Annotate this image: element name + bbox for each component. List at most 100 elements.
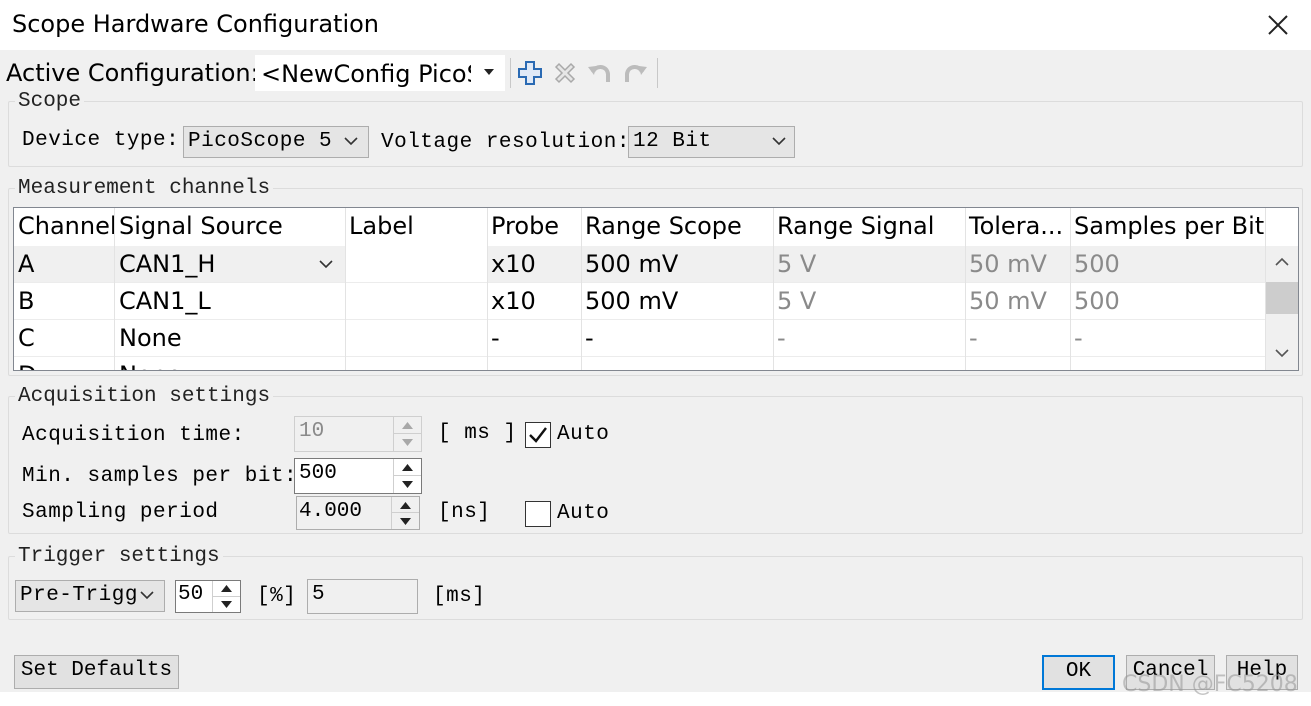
signal-source-cell[interactable]: CAN1_L — [115, 283, 345, 319]
acquisition-time-value: 10 — [299, 420, 325, 443]
active-configuration-dropdown[interactable]: <NewConfig PicoS — [255, 55, 505, 91]
delete-icon — [554, 62, 576, 84]
sampling-period-label: Sampling period — [22, 501, 219, 524]
toolbar-separator — [657, 58, 658, 88]
spin-up-button[interactable] — [394, 417, 421, 434]
sampling-period-auto-checkbox[interactable] — [525, 501, 551, 527]
spin-down-icon — [221, 600, 232, 608]
sampling-period-value: 4.000 — [299, 500, 363, 523]
scroll-up-button[interactable] — [1266, 248, 1298, 278]
channel-cell: D — [14, 357, 114, 370]
toolbar-separator — [510, 58, 511, 88]
samples-per-bit-cell: 500 — [1074, 287, 1120, 315]
acquisition-time-label: Acquisition time: — [22, 424, 245, 447]
voltage-resolution-dropdown[interactable]: 12 Bit — [628, 126, 795, 158]
voltage-resolution-label: Voltage resolution: — [381, 131, 630, 154]
table-row[interactable]: D None — [14, 357, 1266, 370]
column-divider — [487, 208, 488, 370]
column-header[interactable]: Probe — [487, 208, 581, 244]
redo-icon — [625, 65, 647, 82]
sampling-period-spinner[interactable]: 4.000 — [296, 496, 420, 530]
column-divider — [114, 208, 115, 370]
column-header[interactable]: Range Scope — [581, 208, 773, 244]
undo-button[interactable] — [585, 58, 615, 88]
signal-source-cell[interactable]: None — [115, 320, 345, 356]
tolerance-cell: 50 mV — [969, 250, 1047, 278]
spin-down-button[interactable] — [394, 434, 421, 451]
add-config-button[interactable] — [515, 58, 545, 88]
probe-cell[interactable]: x10 — [487, 246, 581, 282]
spin-down-icon — [400, 518, 411, 525]
table-row[interactable]: B CAN1_L x10 500 mV 5 V 50 mV 500 — [14, 283, 1266, 320]
chevron-down-icon — [140, 591, 154, 600]
column-header[interactable]: Range Signal — [773, 208, 965, 244]
trigger-percent-spinner[interactable]: 50 — [175, 580, 241, 613]
chevron-down-icon[interactable] — [319, 260, 333, 269]
spin-up-icon — [402, 422, 413, 429]
spin-down-button[interactable] — [392, 513, 419, 529]
table-row[interactable]: A CAN1_H x10 500 mV 5 V 50 mV 500 — [14, 246, 1266, 283]
channels-table: Channel Signal Source Label Probe Range … — [13, 207, 1299, 371]
spin-up-button[interactable] — [394, 459, 421, 476]
min-samples-label: Min. samples per bit: — [22, 465, 298, 488]
range-scope-cell[interactable]: 500 mV — [581, 283, 773, 319]
column-divider — [773, 208, 774, 370]
scroll-thumb[interactable] — [1266, 282, 1298, 314]
trigger-ms-value: 5 — [312, 583, 325, 606]
spin-up-button[interactable] — [213, 581, 240, 597]
column-header[interactable]: Samples per Bit — [1070, 208, 1266, 244]
active-configuration-label: Active Configuration: — [6, 59, 259, 87]
signal-source-cell[interactable]: None — [115, 357, 345, 370]
acquisition-time-auto-label: Auto — [557, 423, 610, 446]
spin-up-button[interactable] — [392, 497, 419, 513]
spin-down-icon — [402, 439, 413, 446]
column-header[interactable]: Channel — [14, 208, 114, 244]
dropdown-arrow-icon — [484, 69, 494, 75]
device-type-label: Device type: — [22, 129, 180, 152]
column-header[interactable]: Signal Source — [115, 208, 345, 244]
table-row[interactable]: C None - - - - - — [14, 320, 1266, 357]
acquisition-time-spinner[interactable]: 10 — [294, 416, 422, 452]
ok-button[interactable]: OK — [1042, 655, 1115, 690]
column-header[interactable]: Tolera... — [965, 208, 1069, 244]
spin-up-icon — [221, 585, 232, 592]
acquisition-time-unit: [ ms ] — [438, 422, 517, 445]
probe-cell[interactable]: - — [487, 320, 581, 356]
ok-label: OK — [1065, 660, 1092, 683]
scroll-down-button[interactable] — [1266, 340, 1298, 370]
chevron-up-icon — [1275, 257, 1289, 266]
trigger-mode-dropdown[interactable]: Pre-Trigg — [15, 580, 165, 612]
window-title: Scope Hardware Configuration — [12, 10, 380, 38]
spin-down-button[interactable] — [213, 597, 240, 613]
redo-button[interactable] — [620, 58, 650, 88]
range-scope-cell[interactable]: - — [581, 320, 773, 356]
close-button[interactable] — [1258, 6, 1298, 44]
acquisition-time-auto-checkbox[interactable] — [525, 422, 551, 448]
set-defaults-label: Set Defaults — [20, 659, 173, 682]
table-vertical-scrollbar[interactable] — [1266, 208, 1298, 370]
chevron-down-icon — [772, 137, 786, 146]
trigger-percent-unit: [%] — [257, 585, 297, 608]
device-type-dropdown[interactable]: PicoScope 5 — [183, 126, 369, 158]
label-cell[interactable] — [345, 246, 487, 282]
spin-up-icon — [400, 502, 411, 509]
trigger-ms-field[interactable]: 5 — [307, 579, 418, 614]
range-signal-cell: 5 V — [777, 250, 817, 278]
delete-config-button[interactable] — [550, 58, 580, 88]
spin-up-icon — [402, 464, 413, 471]
column-divider — [345, 208, 346, 370]
spin-down-button[interactable] — [394, 476, 421, 493]
set-defaults-button[interactable]: Set Defaults — [14, 655, 179, 689]
range-scope-cell[interactable]: 500 mV — [581, 246, 773, 282]
signal-source-cell[interactable]: CAN1_H — [115, 246, 345, 282]
column-divider — [965, 208, 966, 370]
column-header[interactable]: Label — [345, 208, 487, 244]
spin-down-icon — [402, 481, 413, 488]
min-samples-spinner[interactable]: 500 — [294, 458, 422, 494]
probe-cell[interactable]: x10 — [487, 283, 581, 319]
spinner-buttons — [393, 417, 421, 451]
trigger-percent-value: 50 — [178, 583, 204, 606]
add-icon — [518, 61, 542, 85]
samples-per-bit-cell: - — [1074, 324, 1083, 352]
column-divider — [581, 208, 582, 370]
